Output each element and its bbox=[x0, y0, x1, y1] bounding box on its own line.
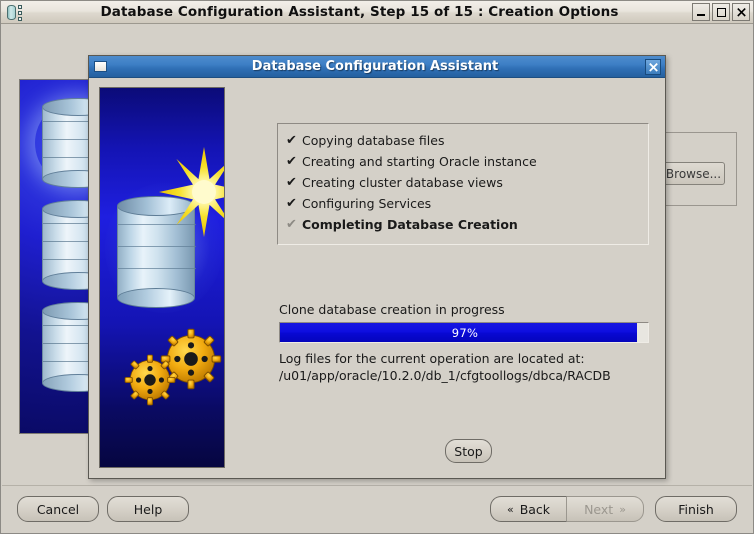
checklist-item-label: Completing Database Creation bbox=[302, 217, 518, 232]
check-icon: ✔ bbox=[286, 217, 297, 232]
main-window-titlebar: Database Configuration Assistant, Step 1… bbox=[1, 1, 753, 24]
back-button[interactable]: « Back bbox=[490, 496, 567, 522]
stop-button[interactable]: Stop bbox=[445, 439, 492, 463]
dialog-titlebar: Database Configuration Assistant bbox=[89, 56, 665, 78]
checklist-item-label: Configuring Services bbox=[302, 196, 432, 211]
wizard-nav-group: « Back Next » bbox=[490, 496, 644, 522]
progress-bar: 97% bbox=[279, 322, 649, 343]
starburst-icon bbox=[158, 146, 224, 238]
window-controls bbox=[692, 3, 750, 21]
close-button[interactable] bbox=[732, 3, 750, 21]
minimize-button[interactable] bbox=[692, 3, 710, 21]
check-icon: ✔ bbox=[286, 133, 297, 148]
checklist-item: ✔ Configuring Services bbox=[286, 193, 648, 214]
dialog-graphic-panel bbox=[99, 87, 225, 468]
checklist-item: ✔ Creating and starting Oracle instance bbox=[286, 151, 648, 172]
progress-bar-label: 97% bbox=[451, 325, 479, 340]
progress-status-text: Clone database creation in progress bbox=[279, 302, 505, 317]
checklist-item-label: Creating and starting Oracle instance bbox=[302, 154, 537, 169]
check-icon: ✔ bbox=[286, 196, 297, 211]
gear-icon bbox=[124, 354, 176, 406]
screen: Database Configuration Assistant, Step 1… bbox=[0, 0, 754, 534]
checklist-item-label: Creating cluster database views bbox=[302, 175, 503, 190]
progress-checklist: ✔ Copying database files ✔ Creating and … bbox=[277, 123, 649, 245]
close-icon bbox=[736, 7, 746, 17]
browse-button[interactable]: Browse... bbox=[662, 162, 725, 185]
finish-button[interactable]: Finish bbox=[655, 496, 737, 522]
checklist-item: ✔ Copying database files bbox=[286, 130, 648, 151]
chevron-left-icon: « bbox=[506, 502, 514, 516]
progress-dialog: Database Configuration Assistant ✔ Copyi… bbox=[88, 55, 666, 479]
chevron-right-icon: » bbox=[619, 502, 626, 516]
background-path-group: Browse... bbox=[657, 132, 737, 206]
checklist-item-label: Copying database files bbox=[302, 133, 445, 148]
main-window-title: Database Configuration Assistant, Step 1… bbox=[100, 4, 619, 20]
check-icon: ✔ bbox=[286, 154, 297, 169]
window-menu-icon[interactable] bbox=[94, 61, 107, 72]
dialog-body: ✔ Copying database files ✔ Creating and … bbox=[89, 78, 665, 478]
log-location-path: /u01/app/oracle/10.2.0/db_1/cfgtoollogs/… bbox=[279, 368, 611, 383]
log-location-label: Log files for the current operation are … bbox=[279, 351, 585, 366]
wizard-footer: Cancel Help « Back Next » Finish bbox=[2, 485, 752, 533]
check-icon: ✔ bbox=[286, 175, 297, 190]
close-icon bbox=[648, 62, 658, 72]
help-button[interactable]: Help bbox=[107, 496, 189, 522]
next-button[interactable]: Next » bbox=[567, 496, 644, 522]
back-button-label: Back bbox=[519, 501, 551, 517]
dialog-close-button[interactable] bbox=[645, 59, 661, 75]
checklist-item-current: ✔ Completing Database Creation bbox=[286, 214, 648, 235]
database-cylinder-icon bbox=[4, 3, 26, 22]
dialog-title: Database Configuration Assistant bbox=[251, 59, 499, 74]
cancel-button[interactable]: Cancel bbox=[17, 496, 99, 522]
next-button-label: Next bbox=[584, 501, 614, 517]
checklist-item: ✔ Creating cluster database views bbox=[286, 172, 648, 193]
maximize-button[interactable] bbox=[712, 3, 730, 21]
